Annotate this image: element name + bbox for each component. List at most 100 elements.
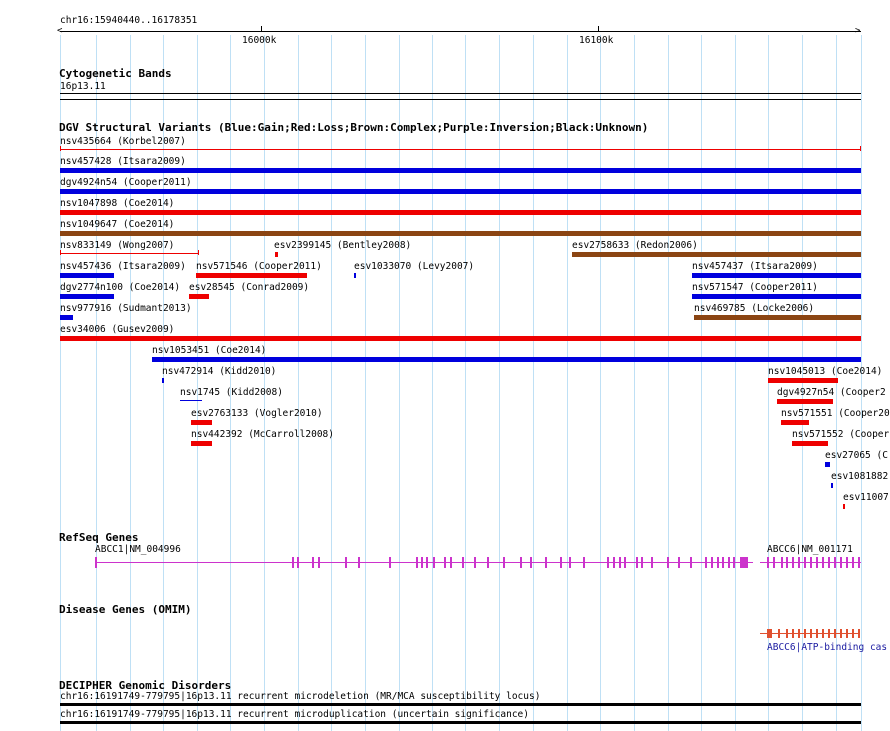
omim-exon	[798, 629, 800, 638]
cytoband-band-bottom[interactable]	[60, 99, 861, 100]
decipher-item-label[interactable]: chr16:16191749-779795|16p13.11 recurrent…	[60, 691, 540, 702]
dgv-variant-bar[interactable]	[60, 294, 114, 299]
dgv-variant-bar[interactable]	[196, 273, 307, 278]
dgv-variant-bar[interactable]	[191, 420, 212, 425]
dgv-variant-bar[interactable]	[694, 315, 861, 320]
dgv-variant-bar[interactable]	[60, 273, 114, 278]
dgv-variant-bar[interactable]	[162, 378, 164, 383]
dgv-variant-bar[interactable]	[60, 168, 861, 173]
dgv-variant-bar[interactable]	[191, 441, 212, 446]
dgv-variant-label[interactable]: nsv472914 (Kidd2010)	[162, 366, 276, 377]
dgv-variant-bar[interactable]	[60, 189, 861, 194]
dgv-variant-label[interactable]: esv1033070 (Levy2007)	[354, 261, 474, 272]
refseq-exon	[705, 557, 707, 568]
dgv-variant-label[interactable]: nsv442392 (McCarroll2008)	[191, 429, 334, 440]
refseq-exon	[781, 557, 783, 568]
refseq-exon	[798, 557, 800, 568]
dgv-variant-label[interactable]: nsv457428 (Itsara2009)	[60, 156, 186, 167]
dgv-variant-bar[interactable]	[275, 252, 278, 257]
dgv-variant-label[interactable]: esv2758633 (Redon2006)	[572, 240, 698, 251]
refseq-exon	[487, 557, 489, 568]
dgv-variant-bar[interactable]	[768, 378, 838, 383]
dgv-variant-bar[interactable]	[572, 252, 861, 257]
dgv-variant-label[interactable]: esv28545 (Conrad2009)	[189, 282, 309, 293]
dgv-variant-bar[interactable]	[152, 357, 861, 362]
refseq-exon	[292, 557, 294, 568]
refseq-exon	[433, 557, 435, 568]
omim-track-title[interactable]: Disease Genes (OMIM)	[59, 604, 191, 616]
dgv-variant-label[interactable]: nsv833149 (Wong2007)	[60, 240, 174, 251]
dgv-variant-bar[interactable]	[60, 149, 861, 150]
refseq-exon	[733, 557, 735, 568]
dgv-variant-bar[interactable]	[781, 420, 809, 425]
grid-line	[264, 35, 265, 731]
dgv-variant-bar[interactable]	[60, 231, 861, 236]
decipher-item-bar[interactable]	[60, 703, 861, 706]
dgv-variant-label[interactable]: nsv1053451 (Coe2014)	[152, 345, 266, 356]
dgv-variant-label[interactable]: nsv435664 (Korbel2007)	[60, 136, 186, 147]
dgv-variant-label[interactable]: nsv1045013 (Coe2014)	[768, 366, 882, 377]
dgv-variant-label[interactable]: esv11007	[843, 492, 889, 503]
grid-line	[735, 35, 736, 731]
dgv-variant-label[interactable]: nsv571552 (Cooper	[792, 429, 889, 440]
genome-browser-view[interactable]: chr16:15940440..16178351 < > 16000k 1610…	[0, 0, 890, 731]
dgv-variant-label[interactable]: dgv2774n100 (Coe2014)	[60, 282, 180, 293]
dgv-variant-bar[interactable]	[60, 253, 199, 254]
dgv-variant-bar[interactable]	[825, 462, 830, 467]
cytoband-band-top[interactable]	[60, 93, 861, 94]
dgv-variant-bar[interactable]	[189, 294, 209, 299]
dgv-variant-bar[interactable]	[60, 336, 861, 341]
dgv-variant-label[interactable]: dgv4927n54 (Cooper2	[777, 387, 886, 398]
grid-line	[533, 35, 534, 731]
refseq-exon	[822, 557, 824, 568]
refseq-exon	[624, 557, 626, 568]
dgv-variant-label[interactable]: esv27065 (C	[825, 450, 888, 461]
refseq-exon	[846, 557, 848, 568]
omim-exon	[767, 629, 772, 638]
dgv-variant-label[interactable]: nsv457436 (Itsara2009)	[60, 261, 186, 272]
refseq-exon	[651, 557, 653, 568]
ruler-left-arrow-icon[interactable]: <	[57, 27, 62, 36]
decipher-item-bar[interactable]	[60, 721, 861, 724]
dgv-variant-label[interactable]: nsv977916 (Sudmant2013)	[60, 303, 192, 314]
dgv-variant-label[interactable]: nsv571551 (Cooper20	[781, 408, 890, 419]
dgv-track-title[interactable]: DGV Structural Variants (Blue:Gain;Red:L…	[59, 122, 648, 134]
dgv-variant-label[interactable]: nsv571546 (Cooper2011)	[196, 261, 322, 272]
dgv-variant-bar[interactable]	[60, 210, 861, 215]
grid-line	[230, 35, 231, 731]
refseq-gene-label-abcc6[interactable]: ABCC6|NM_001171	[767, 544, 853, 555]
dgv-variant-bar[interactable]	[692, 294, 861, 299]
dgv-variant-label[interactable]: nsv571547 (Cooper2011)	[692, 282, 818, 293]
dgv-variant-bar[interactable]	[354, 273, 356, 278]
refseq-exon	[828, 557, 830, 568]
dgv-variant-label[interactable]: esv1081882	[831, 471, 888, 482]
dgv-variant-bar[interactable]	[831, 483, 833, 488]
dgv-variant-bar[interactable]	[792, 441, 828, 446]
decipher-item-label[interactable]: chr16:16191749-779795|16p13.11 recurrent…	[60, 709, 529, 720]
cytoband-track-title[interactable]: Cytogenetic Bands	[59, 68, 172, 80]
dgv-variant-label[interactable]: nsv1745 (Kidd2008)	[180, 387, 283, 398]
dgv-variant-label[interactable]: esv2399145 (Bentley2008)	[274, 240, 411, 251]
grid-line	[365, 35, 366, 731]
refseq-exon	[717, 557, 719, 568]
refseq-track-title[interactable]: RefSeq Genes	[59, 532, 138, 544]
dgv-variant-label[interactable]: dgv4924n54 (Cooper2011)	[60, 177, 192, 188]
omim-gene-label[interactable]: ABCC6|ATP-binding cas	[767, 642, 887, 653]
refseq-gene-label-abcc1[interactable]: ABCC1|NM_004996	[95, 544, 181, 555]
dgv-variant-label[interactable]: nsv1047898 (Coe2014)	[60, 198, 174, 209]
grid-line	[399, 35, 400, 731]
dgv-variant-label[interactable]: esv34006 (Gusev2009)	[60, 324, 174, 335]
ruler-axis[interactable]	[60, 31, 861, 32]
dgv-variant-bar[interactable]	[843, 504, 845, 509]
dgv-variant-bar[interactable]	[60, 315, 73, 320]
dgv-variant-bar[interactable]	[180, 400, 202, 401]
dgv-variant-bar[interactable]	[777, 399, 833, 404]
dgv-variant-label[interactable]: nsv1049647 (Coe2014)	[60, 219, 174, 230]
dgv-variant-bar[interactable]	[692, 273, 861, 278]
ruler-right-arrow-icon[interactable]: >	[855, 27, 860, 36]
dgv-variant-label[interactable]: nsv457437 (Itsara2009)	[692, 261, 818, 272]
refseq-exon	[834, 557, 836, 568]
refseq-exon	[297, 557, 299, 568]
dgv-variant-label[interactable]: esv2763133 (Vogler2010)	[191, 408, 323, 419]
dgv-variant-label[interactable]: nsv469785 (Locke2006)	[694, 303, 814, 314]
